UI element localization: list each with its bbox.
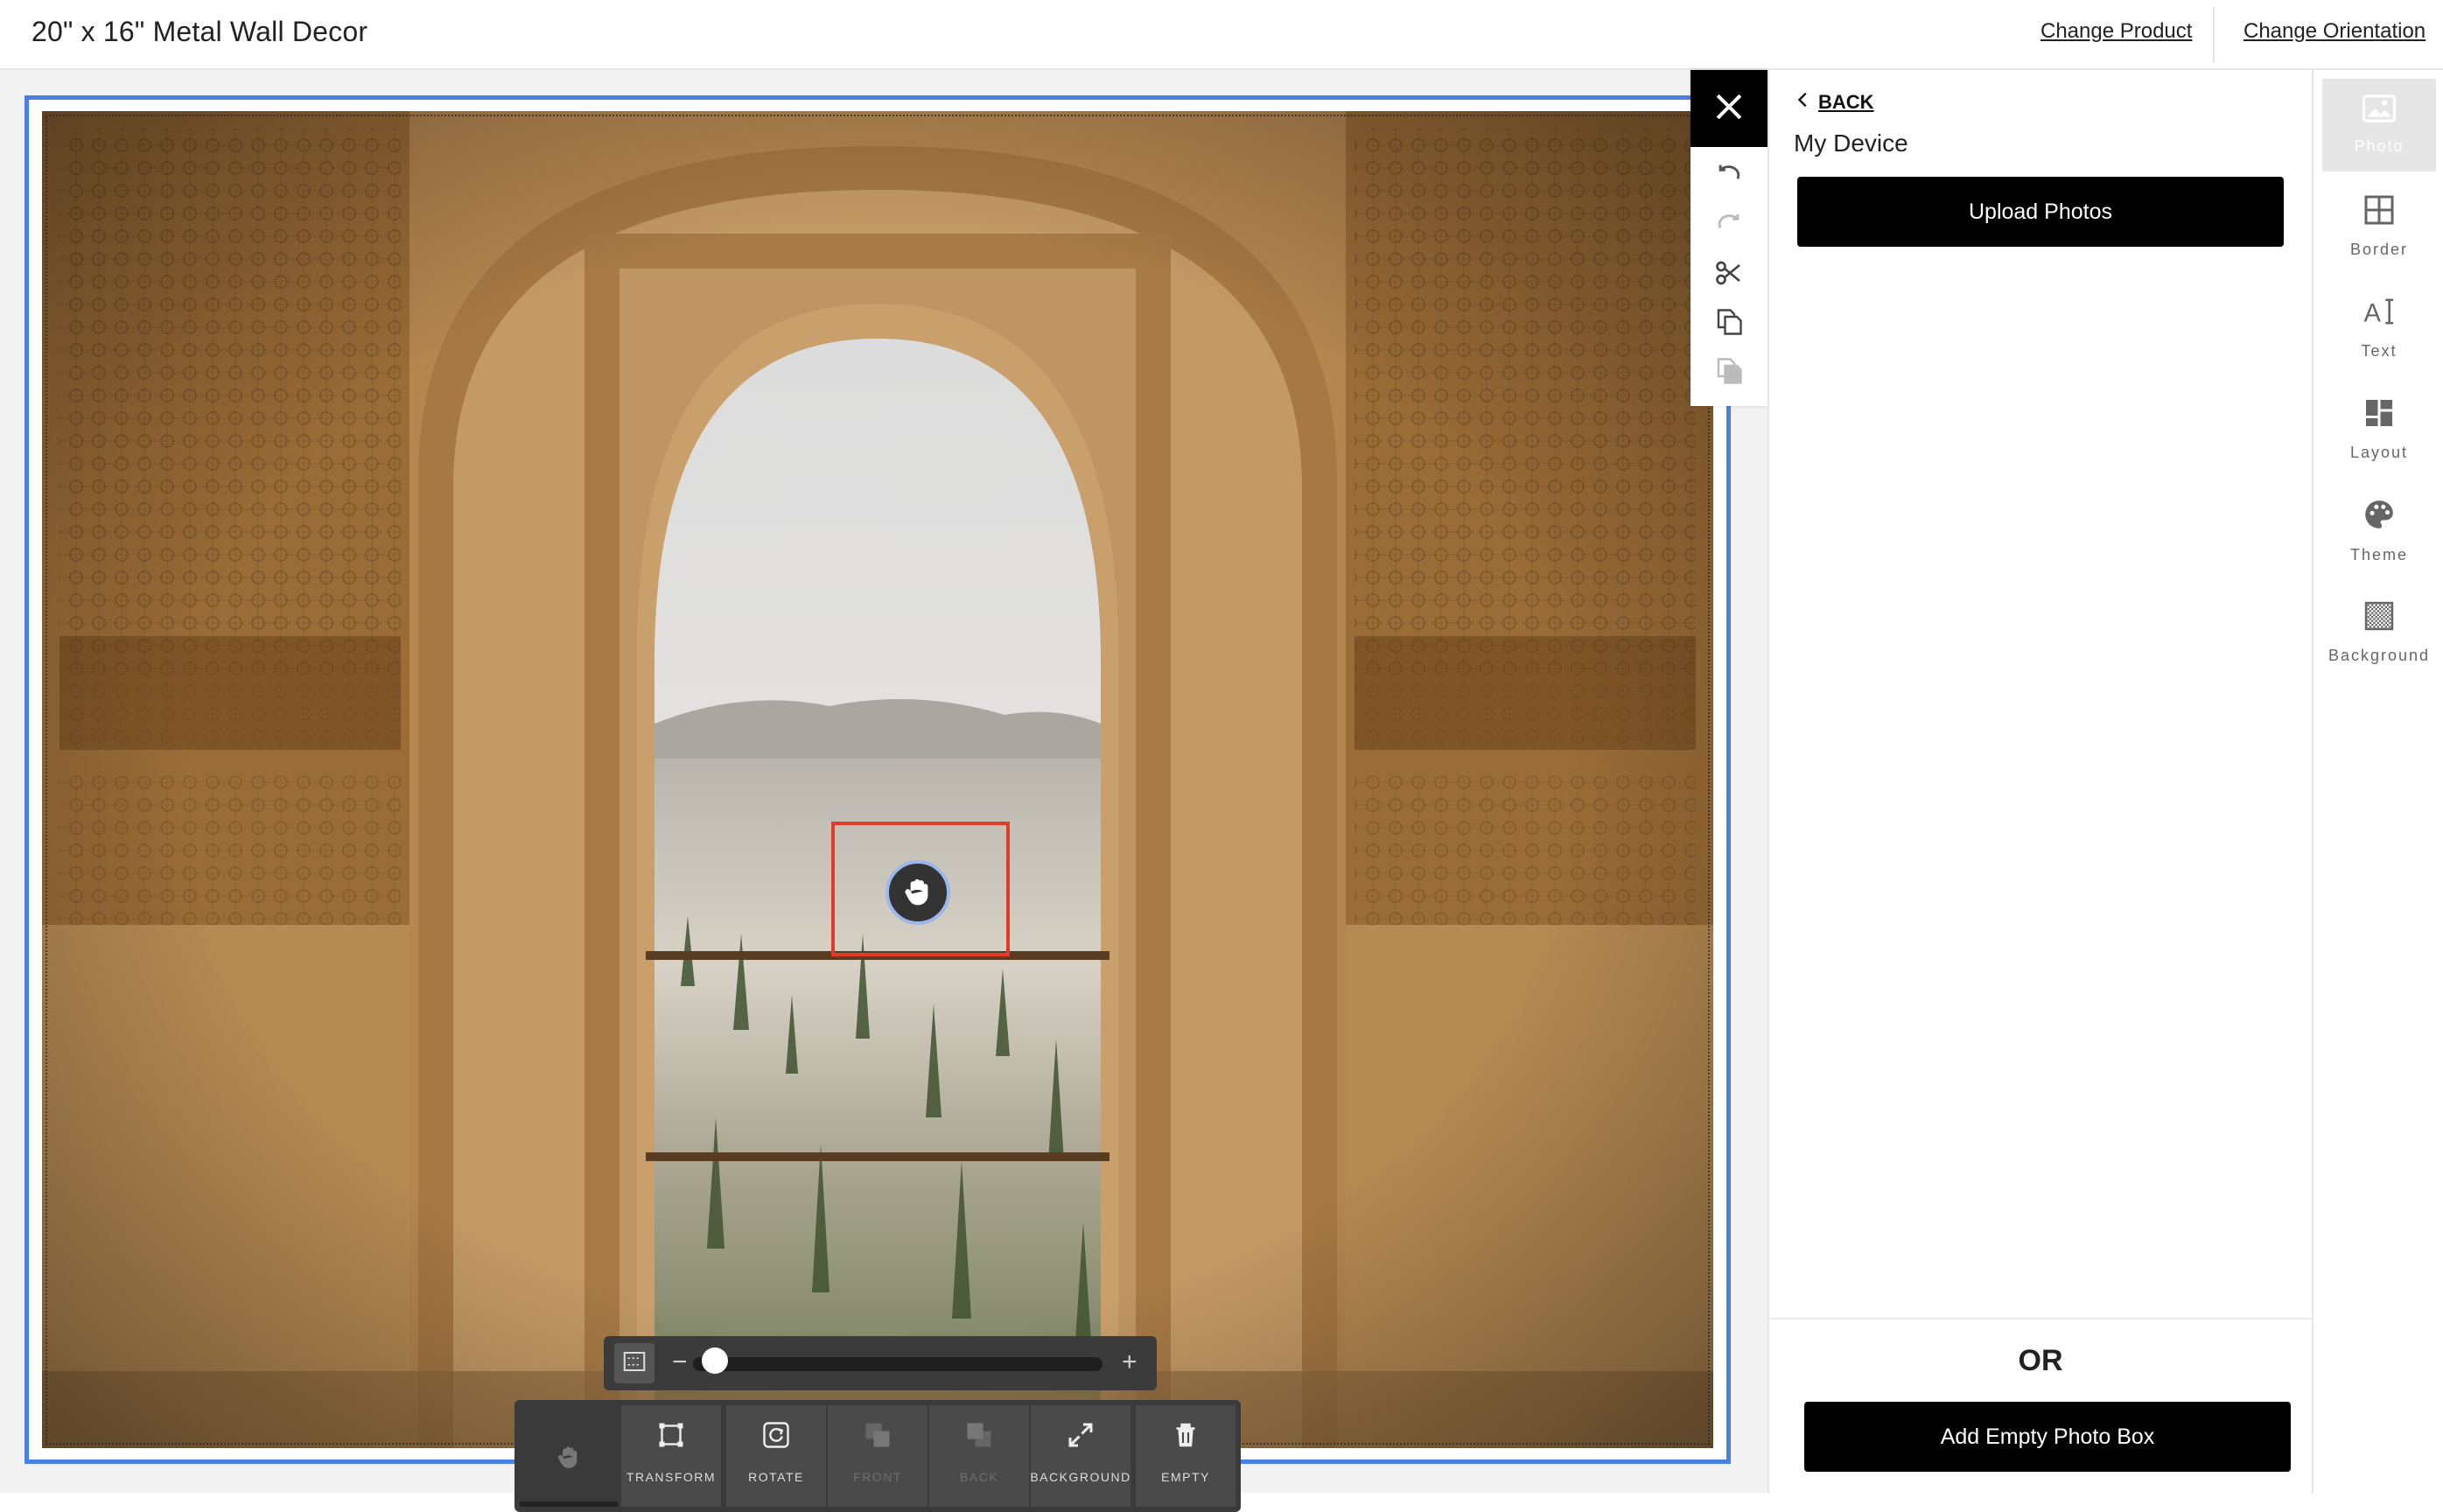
nav-label-text: Text bbox=[2361, 342, 2398, 360]
photo-image[interactable] bbox=[42, 111, 1713, 1448]
edit-actions-strip bbox=[1690, 70, 1768, 406]
zoom-bar: − + bbox=[604, 1336, 1157, 1390]
header-divider bbox=[2213, 7, 2215, 63]
nav-label-theme: Theme bbox=[2349, 546, 2409, 564]
nav-label-photo: Photo bbox=[2354, 137, 2404, 155]
undo-icon bbox=[1714, 160, 1744, 194]
nav-item-layout[interactable]: Layout bbox=[2322, 383, 2436, 476]
close-icon bbox=[1710, 88, 1748, 130]
zoom-slider-track[interactable] bbox=[693, 1357, 1102, 1371]
layout-icon bbox=[2363, 397, 2395, 433]
nav-item-text[interactable]: A Text bbox=[2322, 282, 2436, 374]
move-handle[interactable] bbox=[886, 860, 950, 925]
nav-item-photo[interactable]: Photo bbox=[2322, 79, 2436, 172]
empty-label: EMPTY bbox=[1161, 1470, 1210, 1484]
nav-item-background[interactable]: Background bbox=[2322, 586, 2436, 679]
svg-text:A: A bbox=[2363, 300, 2381, 327]
header-bar: 20" x 16" Metal Wall Decor Change Produc… bbox=[0, 0, 2443, 70]
paste-icon bbox=[1713, 355, 1745, 391]
palette-icon bbox=[2362, 498, 2396, 536]
undo-button[interactable] bbox=[1710, 158, 1748, 196]
zoom-slider-knob[interactable] bbox=[702, 1348, 728, 1374]
upload-photos-button[interactable]: Upload Photos bbox=[1797, 177, 2284, 247]
hand-tool-button[interactable] bbox=[520, 1405, 618, 1507]
panel-divider bbox=[1769, 1318, 2312, 1320]
back-label: BACK bbox=[1818, 91, 1874, 113]
source-title: My Device bbox=[1794, 130, 1908, 157]
background-pattern-icon bbox=[2363, 600, 2395, 636]
active-tool-underline bbox=[520, 1502, 618, 1507]
nav-label-layout: Layout bbox=[2349, 444, 2409, 461]
redo-icon bbox=[1714, 209, 1744, 243]
rotate-icon bbox=[759, 1418, 794, 1452]
change-product-link[interactable]: Change Product bbox=[2040, 19, 2192, 44]
background-fill-button[interactable]: BACKGROUND bbox=[1030, 1405, 1131, 1507]
border-grid-icon bbox=[2363, 194, 2395, 230]
fit-frame-icon bbox=[621, 1348, 648, 1379]
nav-item-theme[interactable]: Theme bbox=[2322, 485, 2436, 578]
send-back-icon bbox=[962, 1418, 997, 1452]
canvas-area: − + TRANSFORM ROTATE FRONT BACK BACKGROU… bbox=[0, 70, 1768, 1512]
nav-item-border[interactable]: Border bbox=[2322, 180, 2436, 273]
zoom-out-button[interactable]: − bbox=[672, 1345, 688, 1380]
hand-icon bbox=[902, 877, 934, 908]
change-orientation-link[interactable]: Change Orientation bbox=[2244, 19, 2426, 44]
or-separator: OR bbox=[2018, 1344, 2063, 1377]
photo-icon bbox=[2362, 94, 2396, 127]
background-label: BACKGROUND bbox=[1030, 1470, 1131, 1484]
editor-side-nav: Photo Border A Text Layout Theme Backgro… bbox=[2312, 70, 2443, 1493]
add-empty-photo-box-button[interactable]: Add Empty Photo Box bbox=[1804, 1402, 2291, 1472]
rotate-label: ROTATE bbox=[748, 1470, 804, 1484]
product-title: 20" x 16" Metal Wall Decor bbox=[32, 16, 368, 47]
photo-source-panel: BACK My Device Upload Photos OR Add Empt… bbox=[1768, 70, 2312, 1493]
redo-button[interactable] bbox=[1710, 206, 1748, 245]
product-frame[interactable] bbox=[24, 95, 1731, 1464]
nav-label-background: Background bbox=[2328, 647, 2431, 664]
copy-button[interactable] bbox=[1710, 304, 1748, 343]
bring-front-icon bbox=[860, 1418, 895, 1452]
send-back-button[interactable]: BACK bbox=[929, 1405, 1029, 1507]
bring-front-button[interactable]: FRONT bbox=[828, 1405, 928, 1507]
expand-icon bbox=[1063, 1418, 1098, 1452]
transform-icon bbox=[654, 1418, 689, 1452]
nav-label-border: Border bbox=[2349, 241, 2409, 258]
fit-to-frame-button[interactable] bbox=[614, 1343, 654, 1383]
text-icon: A bbox=[2362, 296, 2396, 332]
zoom-in-button[interactable]: + bbox=[1122, 1345, 1138, 1380]
archway-photo-svg bbox=[42, 111, 1713, 1448]
hand-icon bbox=[551, 1440, 586, 1475]
front-label: FRONT bbox=[853, 1470, 902, 1484]
empty-button[interactable]: EMPTY bbox=[1136, 1405, 1236, 1507]
transform-button[interactable]: TRANSFORM bbox=[621, 1405, 721, 1507]
copy-icon bbox=[1713, 306, 1745, 342]
chevron-left-icon bbox=[1794, 89, 1813, 116]
transform-label: TRANSFORM bbox=[626, 1470, 717, 1484]
scissors-icon bbox=[1713, 257, 1745, 293]
back-link[interactable]: BACK bbox=[1794, 89, 1874, 116]
photo-toolbar: TRANSFORM ROTATE FRONT BACK BACKGROUND E… bbox=[514, 1400, 1241, 1512]
trash-icon bbox=[1168, 1418, 1203, 1452]
paste-button[interactable] bbox=[1710, 354, 1748, 392]
rotate-button[interactable]: ROTATE bbox=[726, 1405, 826, 1507]
back-label: BACK bbox=[959, 1470, 999, 1484]
close-edit-button[interactable] bbox=[1690, 70, 1768, 147]
cut-button[interactable] bbox=[1710, 256, 1748, 294]
